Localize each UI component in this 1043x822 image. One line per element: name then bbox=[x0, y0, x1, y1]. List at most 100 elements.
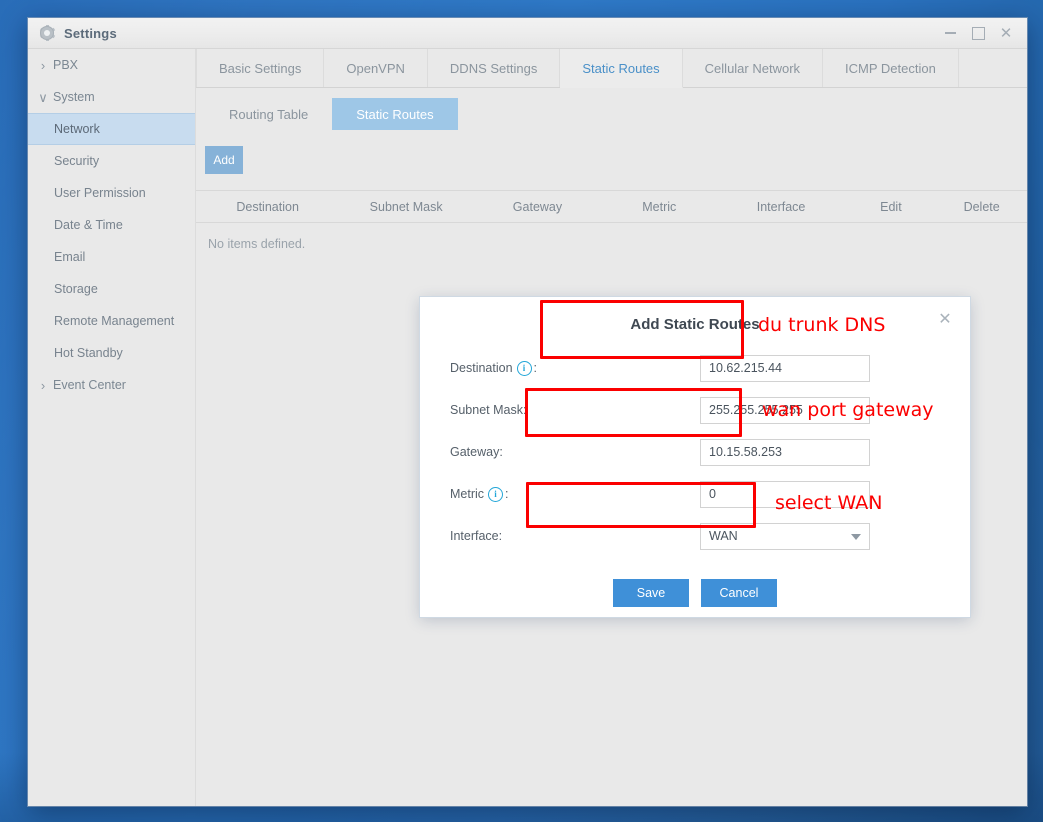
minimize-button[interactable] bbox=[937, 21, 963, 45]
sidebar-group-system[interactable]: ∨ System bbox=[28, 81, 195, 113]
destination-input[interactable] bbox=[700, 354, 870, 382]
column-header-delete[interactable]: Delete bbox=[936, 200, 1027, 214]
sidebar-group-label: System bbox=[53, 90, 95, 104]
tab-ddns-settings[interactable]: DDNS Settings bbox=[428, 49, 561, 87]
label-subnet-mask: Subnet Mask: bbox=[450, 403, 700, 417]
maximize-button[interactable] bbox=[965, 21, 991, 45]
tab-label: OpenVPN bbox=[346, 60, 405, 76]
sidebar-group-label: Event Center bbox=[53, 378, 126, 392]
sidebar-item-label: Hot Standby bbox=[54, 346, 123, 360]
column-header-destination[interactable]: Destination bbox=[196, 200, 339, 214]
settings-window: Settings ✕ › PBX ∨ System Network Securi… bbox=[28, 18, 1027, 806]
static-routes-table: Destination Subnet Mask Gateway Metric I… bbox=[196, 190, 1027, 223]
window-controls: ✕ bbox=[937, 18, 1019, 48]
cancel-button[interactable]: Cancel bbox=[701, 579, 777, 607]
chevron-right-icon: › bbox=[40, 57, 46, 73]
form-row-metric: Metric i : bbox=[420, 473, 970, 515]
tab-cellular-network[interactable]: Cellular Network bbox=[683, 49, 824, 87]
sidebar-item-remote-management[interactable]: Remote Management bbox=[28, 305, 195, 337]
label-interface: Interface: bbox=[450, 529, 700, 543]
chevron-right-icon: › bbox=[40, 377, 46, 393]
sidebar-item-label: Security bbox=[54, 154, 100, 168]
column-header-edit[interactable]: Edit bbox=[846, 200, 937, 214]
tab-static-routes[interactable]: Static Routes bbox=[560, 49, 683, 88]
form-row-subnet-mask: Subnet Mask: bbox=[420, 389, 970, 431]
info-icon[interactable]: i bbox=[516, 360, 532, 376]
form-row-gateway: Gateway: bbox=[420, 431, 970, 473]
maximize-icon bbox=[971, 26, 985, 40]
sidebar-item-label: Date & Time bbox=[54, 218, 123, 232]
sidebar-item-label: Storage bbox=[54, 282, 98, 296]
column-header-interface[interactable]: Interface bbox=[717, 200, 846, 214]
tab-label: Cellular Network bbox=[704, 60, 801, 76]
label-destination: Destination i : bbox=[450, 360, 700, 376]
info-icon[interactable]: i bbox=[488, 486, 504, 502]
empty-state-text: No items defined. bbox=[208, 237, 306, 251]
tab-label: Static Routes bbox=[582, 60, 660, 76]
subtab-label: Routing Table bbox=[229, 106, 309, 122]
form-row-destination: Destination i : bbox=[420, 347, 970, 389]
gateway-input[interactable] bbox=[700, 438, 870, 466]
tab-openvpn[interactable]: OpenVPN bbox=[324, 49, 428, 87]
sidebar-item-hot-standby[interactable]: Hot Standby bbox=[28, 337, 195, 369]
tab-label: ICMP Detection bbox=[845, 60, 936, 76]
subtab-routing-table[interactable]: Routing Table bbox=[205, 98, 332, 130]
label-gateway: Gateway: bbox=[450, 445, 700, 459]
primary-tab-bar: Basic Settings OpenVPN DDNS Settings Sta… bbox=[196, 49, 1027, 88]
add-static-routes-dialog: Add Static Routes ✕ Destination i : 10.6… bbox=[420, 297, 970, 617]
subtab-static-routes[interactable]: Static Routes bbox=[332, 98, 458, 130]
sidebar-group-event-center[interactable]: › Event Center bbox=[28, 369, 195, 401]
label-text: Metric bbox=[450, 487, 485, 501]
label-suffix: : bbox=[505, 487, 509, 501]
sidebar-item-security[interactable]: Security bbox=[28, 145, 195, 177]
subtab-label: Static Routes bbox=[356, 106, 434, 122]
dialog-title: Add Static Routes bbox=[630, 316, 760, 333]
table-header-row: Destination Subnet Mask Gateway Metric I… bbox=[196, 191, 1027, 222]
sidebar-item-label: Network bbox=[54, 122, 100, 136]
window-body: › PBX ∨ System Network Security User Per… bbox=[28, 49, 1027, 806]
window-titlebar: Settings ✕ bbox=[28, 18, 1027, 49]
column-header-gateway[interactable]: Gateway bbox=[473, 200, 602, 214]
tab-basic-settings[interactable]: Basic Settings bbox=[196, 49, 325, 87]
interface-select[interactable] bbox=[700, 522, 870, 550]
sidebar-item-email[interactable]: Email bbox=[28, 241, 195, 273]
secondary-tab-bar: Routing Table Static Routes bbox=[196, 88, 1027, 136]
label-text: Gateway: bbox=[450, 445, 503, 459]
sidebar-item-label: Email bbox=[54, 250, 86, 264]
sidebar-item-network[interactable]: Network bbox=[28, 113, 195, 145]
form-row-interface: Interface: bbox=[420, 515, 970, 557]
label-text: Destination bbox=[450, 361, 513, 375]
sidebar: › PBX ∨ System Network Security User Per… bbox=[28, 49, 196, 806]
minimize-icon bbox=[944, 32, 956, 34]
sidebar-group-pbx[interactable]: › PBX bbox=[28, 49, 195, 81]
tab-label: DDNS Settings bbox=[449, 60, 538, 76]
close-button[interactable]: ✕ bbox=[993, 21, 1019, 45]
save-button[interactable]: Save bbox=[613, 579, 689, 607]
column-header-metric[interactable]: Metric bbox=[602, 200, 717, 214]
dialog-close-button[interactable]: ✕ bbox=[936, 311, 954, 329]
gear-icon bbox=[39, 25, 55, 41]
interface-select-value[interactable] bbox=[700, 522, 870, 550]
sidebar-group-label: PBX bbox=[53, 58, 79, 72]
sidebar-item-user-permission[interactable]: User Permission bbox=[28, 177, 195, 209]
label-metric: Metric i : bbox=[450, 486, 700, 502]
close-icon: ✕ bbox=[938, 311, 952, 328]
subnet-mask-input[interactable] bbox=[700, 396, 870, 424]
content-area: Basic Settings OpenVPN DDNS Settings Sta… bbox=[196, 49, 1027, 806]
desktop-background: Settings ✕ › PBX ∨ System Network Securi… bbox=[0, 0, 1043, 822]
sidebar-item-storage[interactable]: Storage bbox=[28, 273, 195, 305]
label-text: Subnet Mask: bbox=[450, 403, 527, 417]
window-title: Settings bbox=[64, 25, 117, 41]
add-button[interactable]: Add bbox=[205, 146, 243, 174]
chevron-down-icon: ∨ bbox=[38, 89, 48, 105]
toolbar: Add bbox=[196, 136, 1027, 178]
label-text: Interface: bbox=[450, 529, 503, 543]
close-icon: ✕ bbox=[999, 24, 1013, 42]
label-suffix: : bbox=[533, 361, 538, 375]
tab-icmp-detection[interactable]: ICMP Detection bbox=[823, 49, 959, 87]
metric-input[interactable] bbox=[700, 480, 870, 508]
sidebar-item-label: User Permission bbox=[54, 186, 146, 200]
sidebar-item-label: Remote Management bbox=[54, 314, 175, 328]
column-header-subnet-mask[interactable]: Subnet Mask bbox=[339, 200, 473, 214]
sidebar-item-date-time[interactable]: Date & Time bbox=[28, 209, 195, 241]
